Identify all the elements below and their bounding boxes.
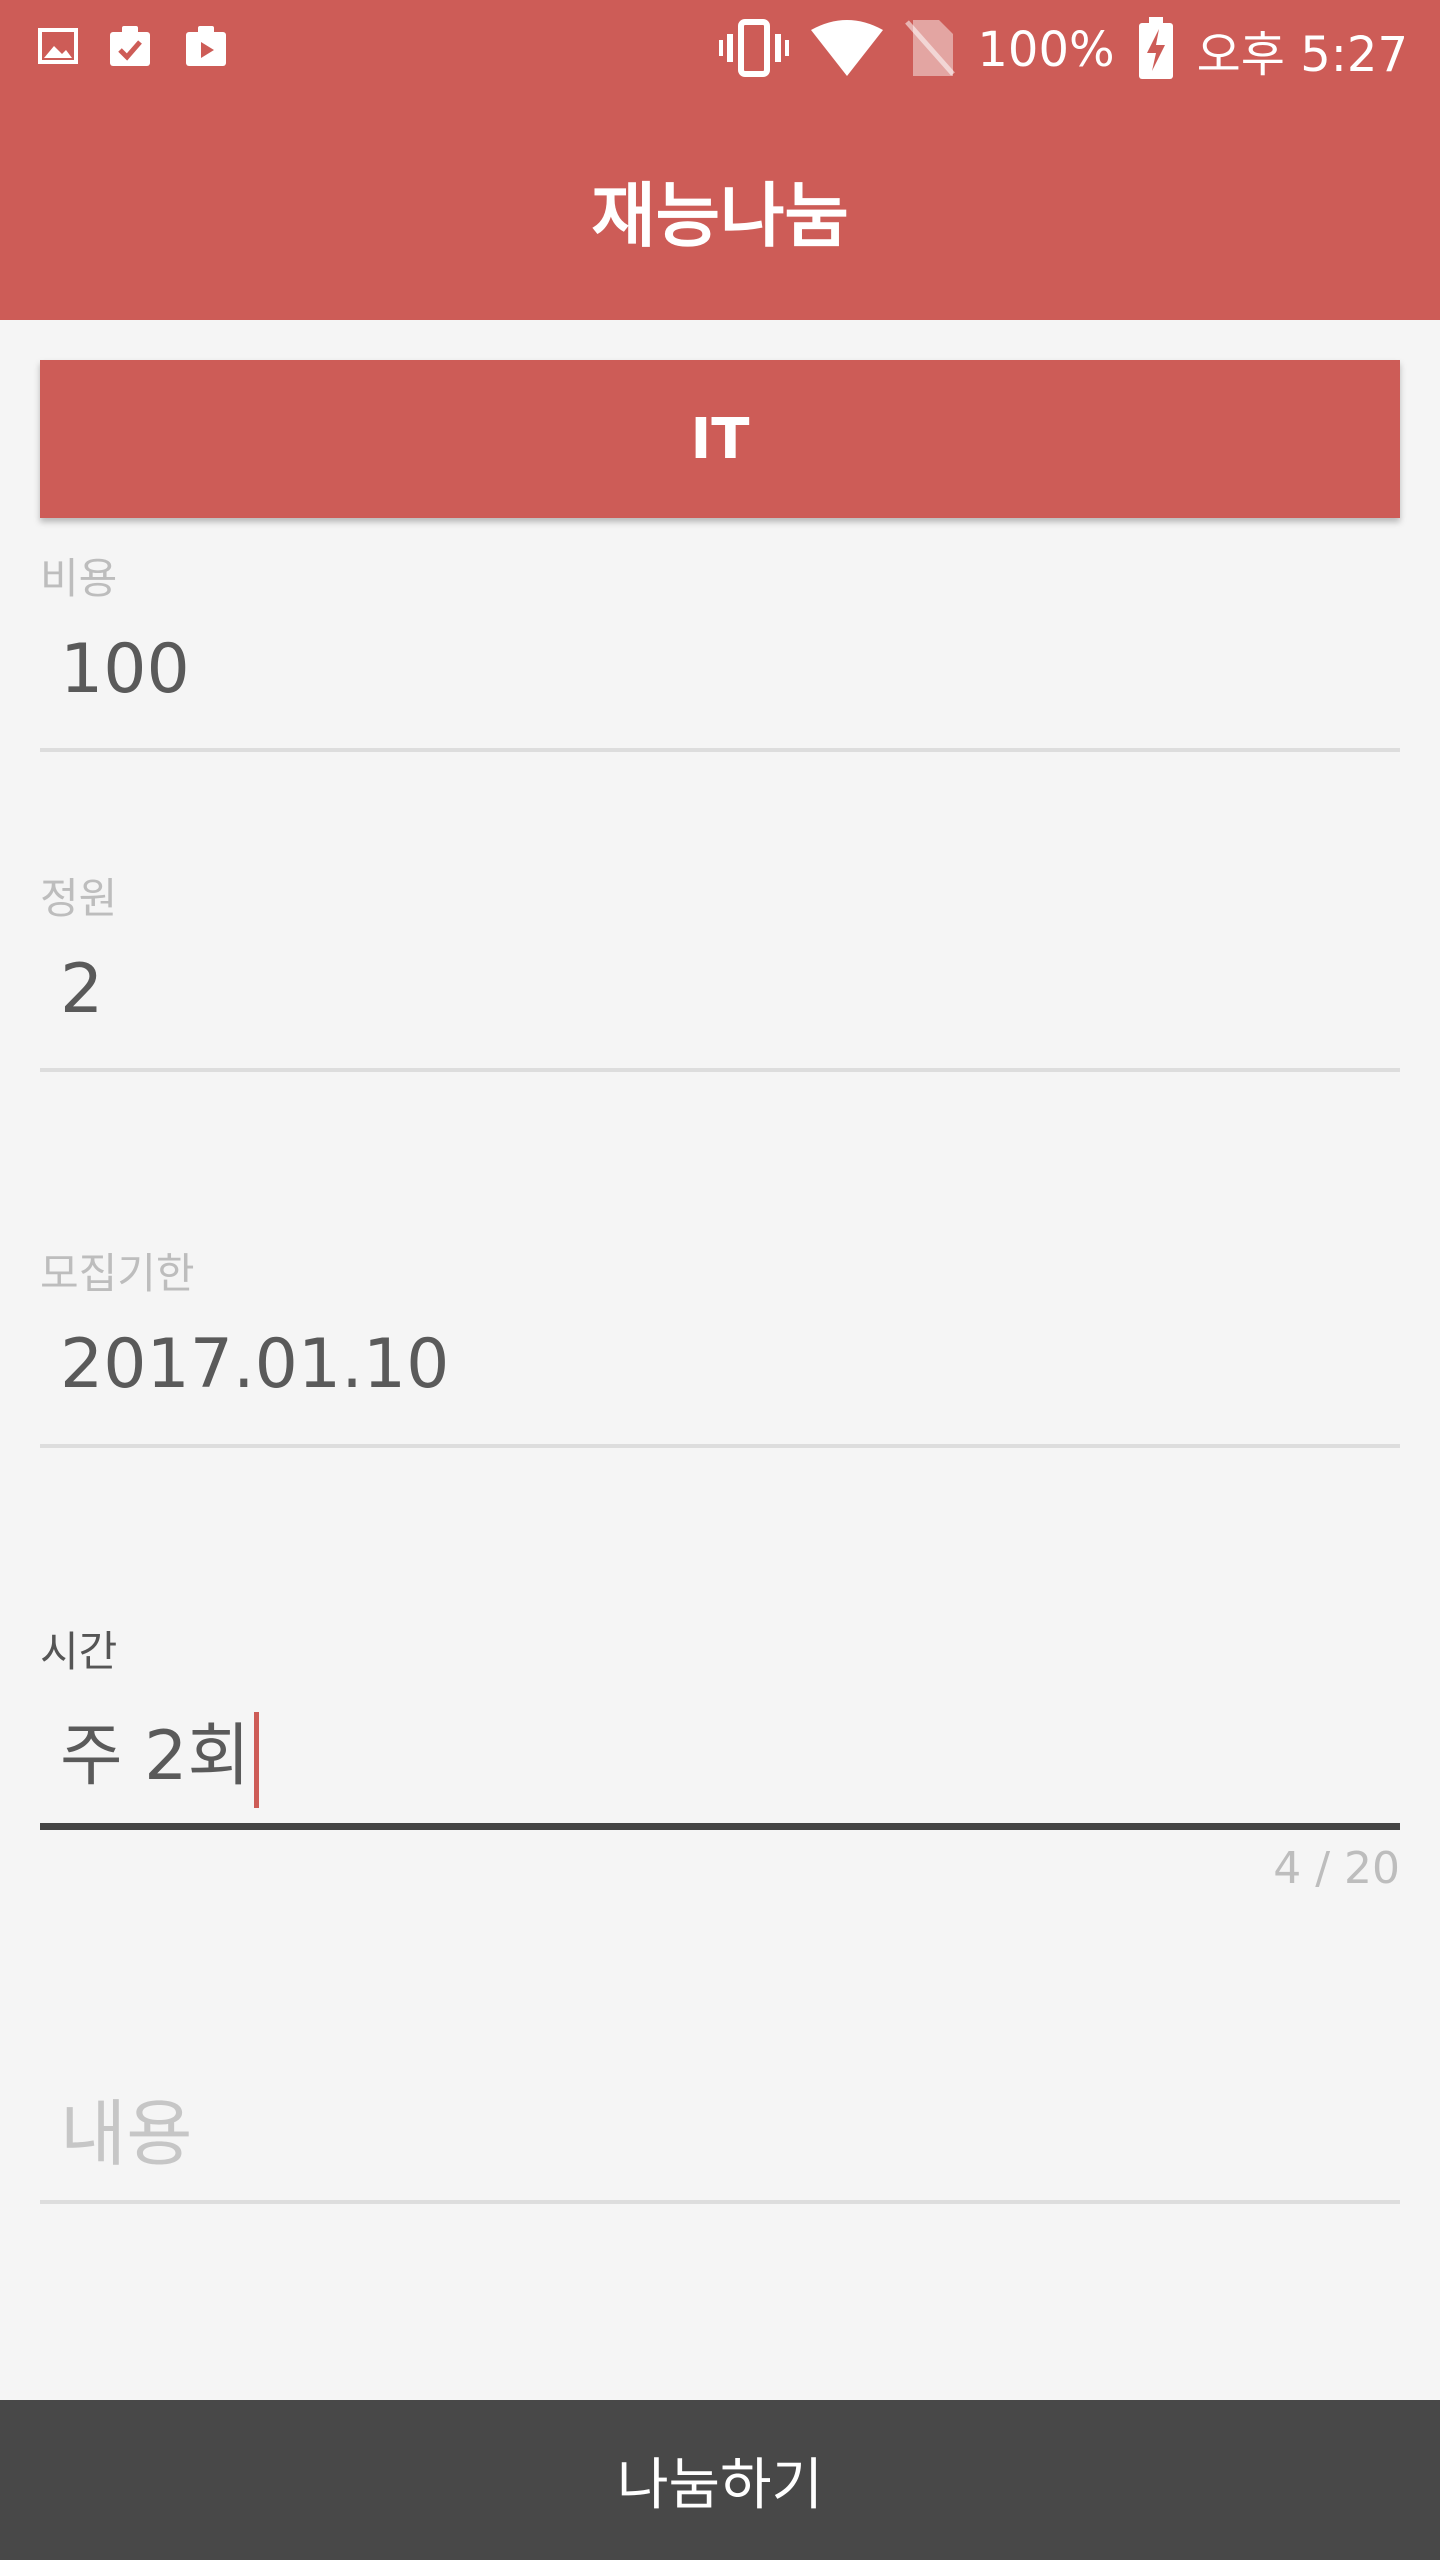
battery-percent: 100% xyxy=(977,22,1115,78)
deadline-underline xyxy=(40,1444,1400,1448)
wifi-icon xyxy=(811,20,884,80)
deadline-label: 모집기한 xyxy=(40,1249,195,1298)
capacity-label: 정원 xyxy=(40,874,118,923)
content-input[interactable]: 내용 xyxy=(60,2075,192,2180)
cost-label: 비용 xyxy=(40,554,118,603)
time-label: 시간 xyxy=(40,1627,118,1676)
share-button-label: 나눔하기 xyxy=(616,2452,824,2518)
cost-underline xyxy=(40,748,1400,752)
cost-input[interactable]: 100 xyxy=(60,630,190,709)
deadline-input[interactable]: 2017.01.10 xyxy=(60,1325,449,1404)
category-button-label: IT xyxy=(690,406,750,472)
time-input[interactable]: 주 2회 xyxy=(60,1700,259,1809)
share-button[interactable]: 나눔하기 xyxy=(0,2400,1440,2560)
app-toolbar: 재능나눔 xyxy=(0,100,1440,320)
time-underline xyxy=(40,1823,1400,1830)
category-button[interactable]: IT xyxy=(40,360,1400,518)
capacity-input[interactable]: 2 xyxy=(60,950,103,1029)
capacity-underline xyxy=(40,1068,1400,1072)
content-underline xyxy=(40,2200,1400,2204)
text-cursor xyxy=(254,1712,259,1809)
page-title: 재능나눔 xyxy=(591,175,849,257)
time-input-text: 주 2회 xyxy=(60,1717,250,1796)
clipboard-check-icon xyxy=(106,22,154,74)
battery-charging-icon xyxy=(1137,17,1175,83)
gallery-icon xyxy=(38,26,78,70)
character-counter: 4 / 20 xyxy=(1273,1843,1400,1894)
status-bar: 100% 오후 5:27 xyxy=(0,0,1440,100)
clipboard-play-icon xyxy=(182,22,230,74)
no-sim-icon xyxy=(905,18,956,82)
vibrate-icon xyxy=(719,18,790,82)
clock: 오후 5:27 xyxy=(1196,27,1408,83)
